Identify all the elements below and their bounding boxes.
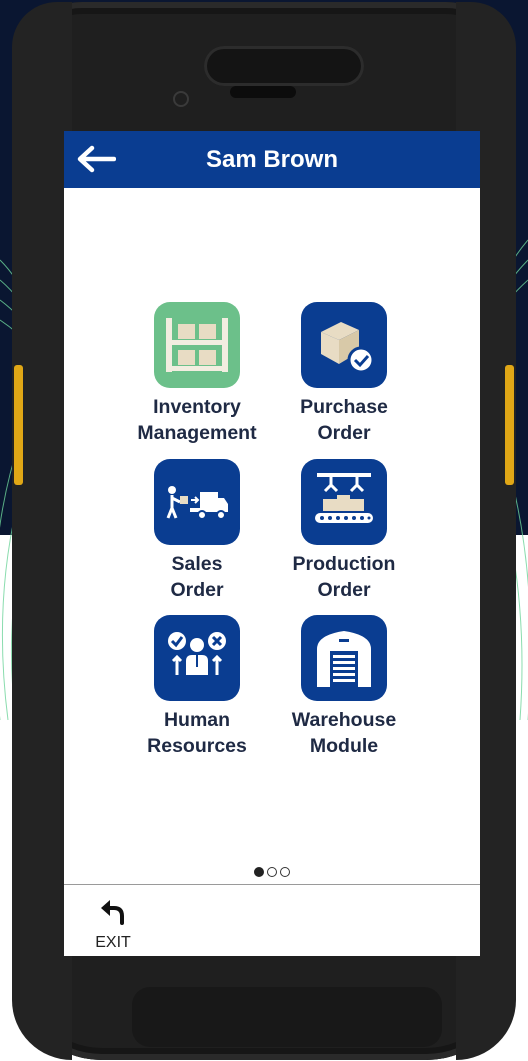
hr-approval-icon	[154, 615, 240, 701]
delivery-truck-icon	[154, 459, 240, 545]
tile-warehouse-module[interactable]: Warehouse Module	[271, 615, 417, 759]
tile-sales-order[interactable]: Sales Order	[124, 459, 270, 603]
app-bar: Sam Brown	[64, 131, 480, 188]
right-scan-key[interactable]	[505, 365, 514, 485]
left-scan-key[interactable]	[14, 365, 23, 485]
conveyor-robot-icon	[301, 459, 387, 545]
tile-purchase-order[interactable]: Purchase Order	[271, 302, 417, 446]
page-title: Sam Brown	[205, 145, 339, 173]
tile-label: Production Order	[292, 553, 396, 601]
tile-label: Sales Order	[170, 553, 224, 601]
left-bumper	[12, 2, 72, 1060]
tile-inventory-management[interactable]: Inventory Management	[124, 302, 270, 446]
screen: Sam Brown Inventory Management Purchase …	[64, 131, 480, 956]
exit-label: EXIT	[95, 934, 131, 951]
speaker-grille	[230, 86, 296, 98]
warehouse-icon	[301, 615, 387, 701]
undo-arrow-icon	[101, 900, 124, 925]
arrow-left-icon	[77, 145, 117, 173]
tile-label: Human Resources	[147, 709, 247, 757]
back-button[interactable]	[74, 145, 117, 173]
tile-label: Purchase Order	[300, 396, 388, 444]
footer-divider	[64, 884, 480, 885]
page-indicator	[64, 867, 480, 877]
exit-button[interactable]: EXIT	[90, 896, 136, 952]
earpiece	[204, 46, 364, 86]
page-dot[interactable]	[280, 867, 290, 877]
device-foot	[132, 987, 442, 1047]
package-check-icon	[301, 302, 387, 388]
tile-production-order[interactable]: Production Order	[271, 459, 417, 603]
tile-label: Inventory Management	[137, 396, 257, 444]
page-dot-active[interactable]	[254, 867, 264, 877]
tile-label: Warehouse Module	[291, 709, 397, 757]
front-camera	[173, 91, 189, 107]
shelf-icon	[154, 302, 240, 388]
page-dot[interactable]	[267, 867, 277, 877]
tile-human-resources[interactable]: Human Resources	[124, 615, 270, 759]
